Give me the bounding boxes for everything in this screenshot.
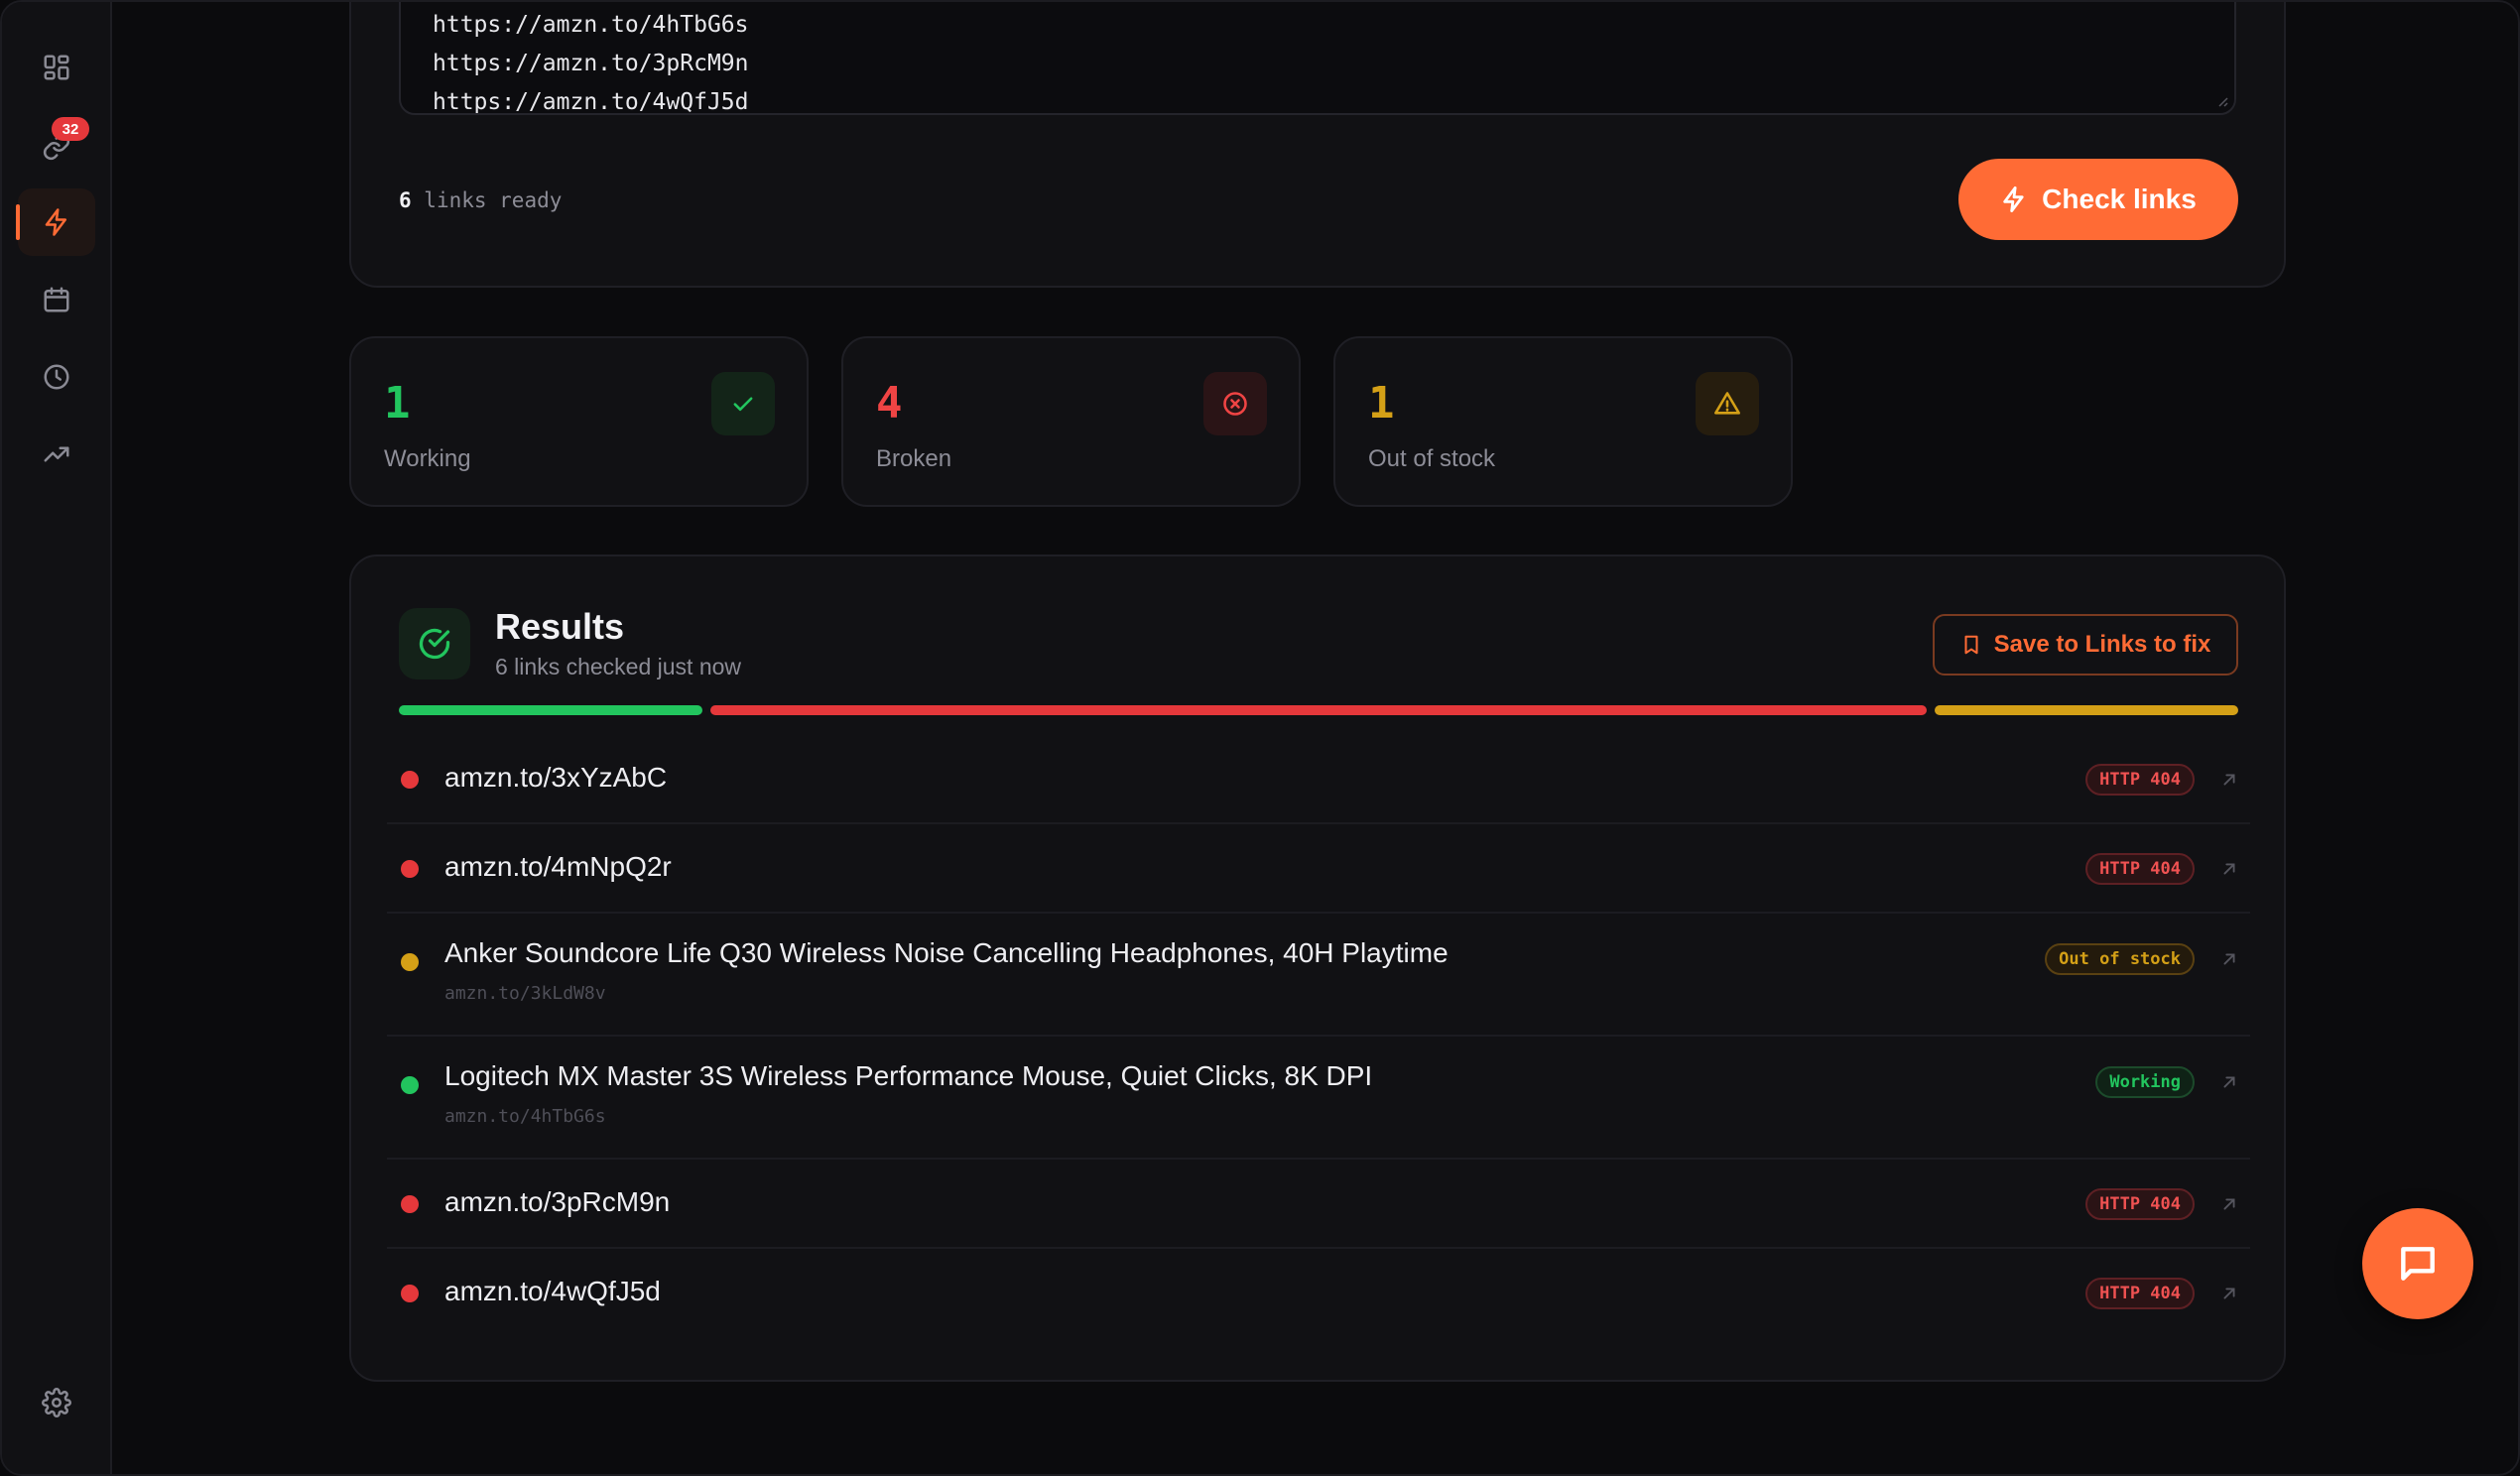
links-textarea[interactable]: https://amzn.to/4hTbG6s https://amzn.to/… <box>399 2 2236 115</box>
chat-button[interactable] <box>2362 1208 2473 1319</box>
results-title: Results <box>495 606 625 647</box>
result-title: amzn.to/4mNpQ2r <box>444 851 672 882</box>
resize-grip-icon[interactable] <box>2214 93 2228 107</box>
save-to-links-to-fix-button[interactable]: Save to Links to fix <box>1933 614 2238 676</box>
status-badge: HTTP 404 <box>2085 853 2195 885</box>
stat-card-out-of-stock: 1 Out of stock <box>1333 336 1793 507</box>
external-link-icon <box>2223 774 2235 786</box>
working-icon-box <box>711 372 775 435</box>
results-card: Results 6 links checked just now Save to… <box>349 554 2286 1382</box>
open-link-button[interactable] <box>2218 769 2240 791</box>
trending-up-icon <box>44 446 69 462</box>
results-icon-box <box>399 608 470 679</box>
sidebar-item-dashboard[interactable] <box>18 34 95 101</box>
app-window: 32 https://amzn.to/4hTbG6s https://amzn.… <box>0 0 2520 1476</box>
open-link-button[interactable] <box>2218 1193 2240 1215</box>
result-title: amzn.to/3xYzAbC <box>444 762 668 793</box>
result-title: Anker Soundcore Life Q30 Wireless Noise … <box>444 937 1449 968</box>
result-title: amzn.to/3pRcM9n <box>444 1186 671 1217</box>
stat-card-working: 1 Working <box>349 336 809 507</box>
stat-card-broken: 4 Broken <box>841 336 1301 507</box>
result-title: amzn.to/4wQfJ5d <box>444 1276 661 1306</box>
results-status-bar <box>399 705 2238 715</box>
textarea-line: https://amzn.to/4wQfJ5d <box>433 89 749 115</box>
open-link-button[interactable] <box>2218 1283 2240 1304</box>
status-dot <box>401 860 419 878</box>
broken-icon-box <box>1203 372 1267 435</box>
status-dot <box>401 1195 419 1213</box>
status-bar-broken <box>710 705 1927 715</box>
result-row[interactable]: Logitech MX Master 3S Wireless Performan… <box>387 1037 2250 1160</box>
bookmark-icon <box>1964 635 1978 655</box>
sidebar-item-links[interactable]: 32 <box>18 113 95 181</box>
lightning-icon <box>2003 185 2024 213</box>
result-row[interactable]: Anker Soundcore Life Q30 Wireless Noise … <box>387 914 2250 1037</box>
status-badge: HTTP 404 <box>2085 1278 2195 1309</box>
sidebar-item-calendar[interactable] <box>18 266 95 333</box>
status-badge: HTTP 404 <box>2085 1188 2195 1220</box>
result-row[interactable]: amzn.to/3pRcM9n HTTP 404 <box>387 1160 2250 1249</box>
check-links-label: Check links <box>2042 184 2197 214</box>
result-title: Logitech MX Master 3S Wireless Performan… <box>444 1060 1373 1091</box>
lightning-icon <box>45 208 66 236</box>
external-link-icon <box>2223 1198 2235 1210</box>
status-dot <box>401 1285 419 1302</box>
status-badge: Working <box>2095 1066 2195 1098</box>
result-row[interactable]: amzn.to/4wQfJ5d HTTP 404 <box>387 1249 2250 1338</box>
x-circle-icon <box>1223 392 1247 416</box>
dashboard-icon <box>44 55 69 80</box>
working-count: 1 <box>384 378 411 429</box>
sidebar-item-settings[interactable] <box>18 1369 95 1436</box>
status-bar-out-of-stock <box>1934 705 2238 715</box>
results-subtitle: 6 links checked just now <box>495 654 742 679</box>
results-list: amzn.to/3xYzAbC HTTP 404 amzn.to/4mNpQ2r… <box>387 735 2250 1338</box>
textarea-line: https://amzn.to/4hTbG6s <box>433 12 749 38</box>
result-row[interactable]: amzn.to/4mNpQ2r HTTP 404 <box>387 824 2250 914</box>
textarea-line: https://amzn.to/3pRcM9n <box>433 51 749 76</box>
links-count-badge: 32 <box>52 117 89 141</box>
working-label: Working <box>384 445 471 472</box>
check-circle-icon <box>419 628 450 660</box>
calendar-icon <box>44 287 69 312</box>
status-dot <box>401 1076 419 1094</box>
open-link-button[interactable] <box>2218 948 2240 970</box>
status-bar-working <box>399 705 703 715</box>
sidebar-item-analytics[interactable] <box>18 421 95 488</box>
result-short-url: amzn.to/4hTbG6s <box>444 1106 606 1127</box>
status-badge: Out of stock <box>2045 943 2195 975</box>
result-row[interactable]: amzn.to/3xYzAbC HTTP 404 <box>387 735 2250 824</box>
broken-count: 4 <box>876 378 903 429</box>
out-of-stock-label: Out of stock <box>1368 445 1496 472</box>
broken-label: Broken <box>876 445 952 472</box>
external-link-icon <box>2223 953 2235 965</box>
external-link-icon <box>2223 1288 2235 1299</box>
link-input-card: https://amzn.to/4hTbG6s https://amzn.to/… <box>349 2 2286 288</box>
check-links-button[interactable]: Check links <box>1958 159 2238 240</box>
clock-icon <box>44 364 69 390</box>
status-dot <box>401 953 419 971</box>
chat-bubble-icon <box>2401 1247 2435 1281</box>
open-link-button[interactable] <box>2218 1071 2240 1093</box>
open-link-button[interactable] <box>2218 858 2240 880</box>
links-count: 6 <box>399 188 412 212</box>
out-of-stock-icon-box <box>1696 372 1759 435</box>
out-of-stock-count: 1 <box>1368 378 1395 429</box>
sidebar-item-history[interactable] <box>18 343 95 411</box>
status-dot <box>401 771 419 789</box>
external-link-icon <box>2223 1076 2235 1088</box>
result-short-url: amzn.to/3kLdW8v <box>444 983 606 1004</box>
sidebar-item-checker[interactable] <box>16 188 95 256</box>
links-ready-label: links ready <box>411 188 563 212</box>
sidebar: 32 <box>2 2 112 1474</box>
links-ready-count: 6 links ready <box>399 188 562 212</box>
check-icon <box>733 397 753 412</box>
external-link-icon <box>2223 863 2235 875</box>
save-button-label: Save to Links to fix <box>1993 631 2211 658</box>
warning-icon <box>1714 392 1740 415</box>
status-badge: HTTP 404 <box>2085 764 2195 796</box>
gear-icon <box>42 1388 71 1417</box>
